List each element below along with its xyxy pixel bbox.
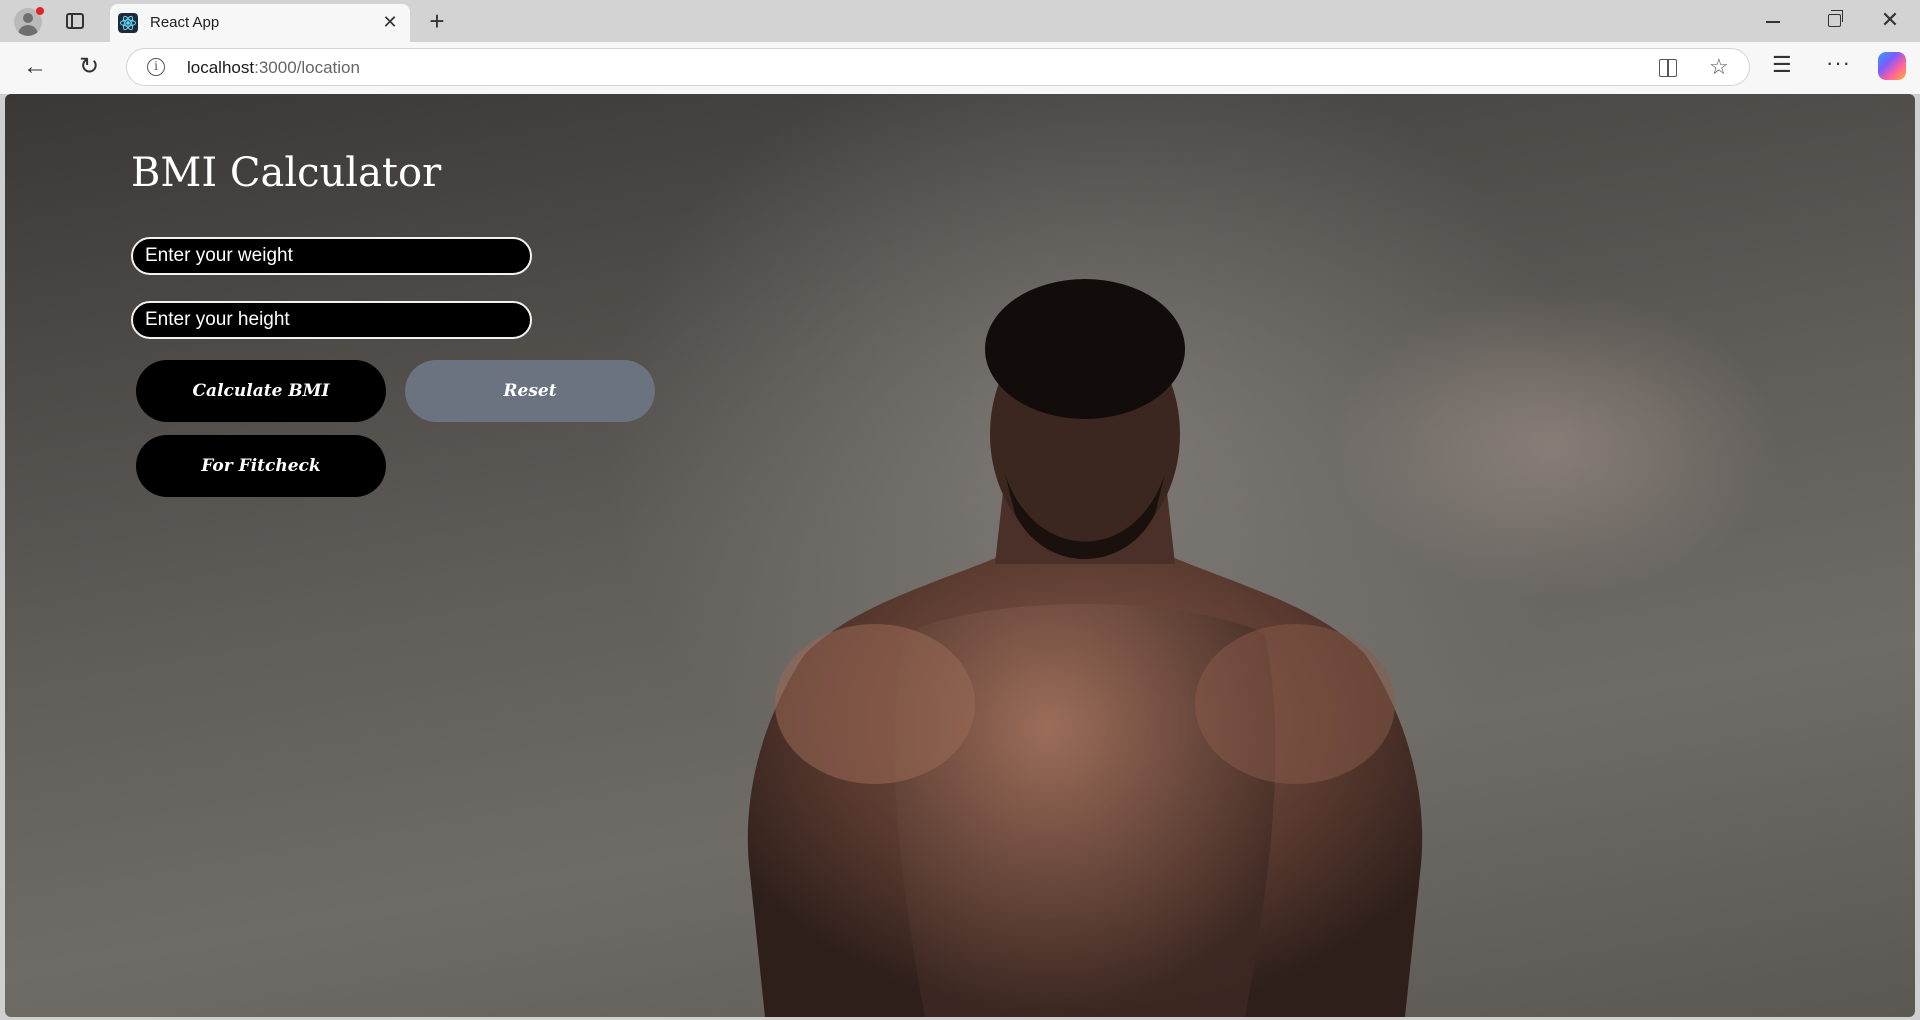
minimize-icon[interactable] xyxy=(1766,21,1780,23)
copilot-icon[interactable] xyxy=(1878,52,1906,80)
url-host: localhost xyxy=(187,58,255,77)
restore-icon[interactable] xyxy=(1828,10,1843,27)
fitcheck-button[interactable]: For Fitcheck xyxy=(136,435,386,497)
close-window-icon[interactable]: ✕ xyxy=(1880,9,1900,31)
url-text[interactable]: localhost:3000/location xyxy=(187,58,360,78)
split-screen-icon[interactable] xyxy=(1659,59,1677,77)
url-path: :3000/location xyxy=(254,58,360,77)
star-icon[interactable]: ☆ xyxy=(1709,54,1729,80)
weight-input[interactable] xyxy=(131,237,532,275)
browser-tab-bar: React App ✕ + ✕ xyxy=(0,0,1920,42)
page-title: BMI Calculator xyxy=(131,150,442,196)
height-input[interactable] xyxy=(131,301,532,339)
browser-tab[interactable]: React App ✕ xyxy=(110,4,410,42)
reload-icon[interactable]: ↻ xyxy=(76,54,102,80)
info-icon[interactable]: i xyxy=(147,58,165,76)
hero-background-image xyxy=(747,279,1423,1017)
notification-dot xyxy=(36,7,44,15)
browser-toolbar: ← ↻ i localhost:3000/location ☆ ☰ ··· xyxy=(0,42,1920,94)
more-icon[interactable]: ··· xyxy=(1826,50,1851,76)
tab-title: React App xyxy=(150,14,220,31)
page-viewport: BMI Calculator Calculate BMI Reset For F… xyxy=(5,94,1915,1017)
new-tab-icon[interactable]: + xyxy=(424,8,450,34)
back-icon[interactable]: ← xyxy=(22,54,48,80)
react-logo-icon xyxy=(118,13,138,33)
favorites-icon[interactable]: ☰ xyxy=(1772,52,1792,78)
reset-button[interactable]: Reset xyxy=(405,360,655,422)
address-bar[interactable]: i localhost:3000/location ☆ xyxy=(126,48,1750,86)
calculate-bmi-button[interactable]: Calculate BMI xyxy=(136,360,386,422)
tab-actions-icon[interactable] xyxy=(66,13,84,29)
close-tab-icon[interactable]: ✕ xyxy=(380,12,400,32)
